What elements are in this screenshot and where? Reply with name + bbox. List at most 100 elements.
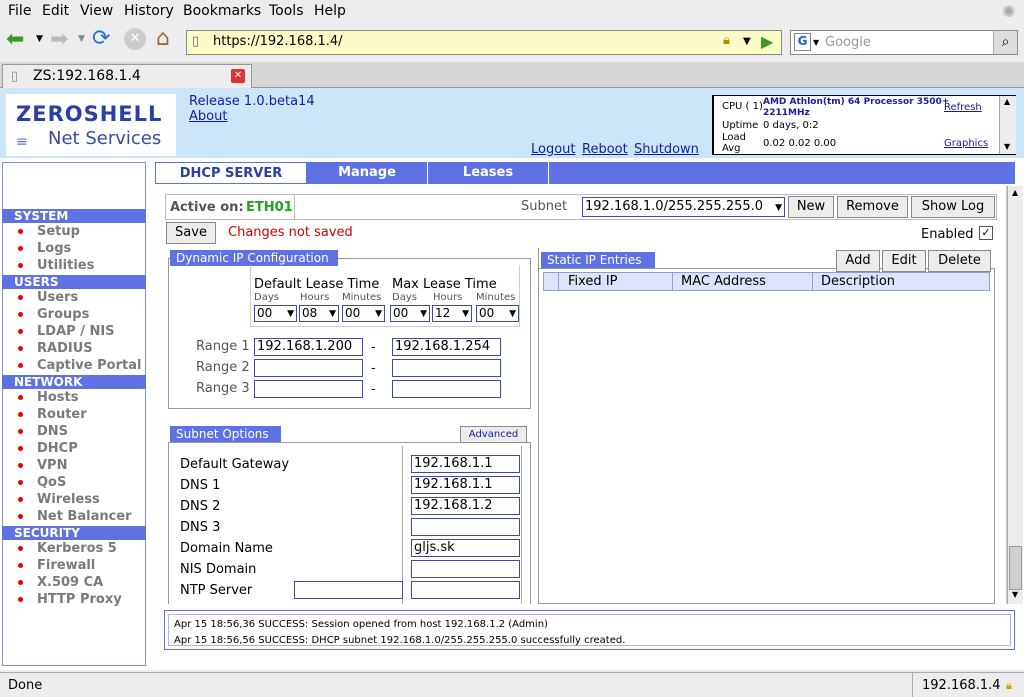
graphics-link[interactable]: Graphics	[944, 138, 988, 149]
sidebar-item-router[interactable]: Router	[18, 407, 87, 422]
edit-button[interactable]: Edit	[882, 250, 926, 272]
reload-icon[interactable]: ⟳	[92, 26, 110, 51]
engine-dropdown-icon[interactable]: ▼	[813, 38, 819, 47]
uptime-label: Uptime	[722, 120, 759, 131]
back-icon[interactable]: ⬅	[6, 27, 24, 52]
sidebar-item-radius[interactable]: RADIUS	[18, 341, 93, 356]
add-button[interactable]: Add	[836, 250, 880, 272]
col-fixed-ip[interactable]: Fixed IP	[568, 274, 618, 289]
col-divider	[672, 273, 673, 290]
scroll-up-icon[interactable]: ▲	[1004, 97, 1010, 106]
dns1-input[interactable]: 192.168.1.1	[411, 476, 520, 494]
sidebar-item-groups[interactable]: Groups	[17, 307, 89, 322]
menu-view[interactable]: View	[80, 3, 113, 19]
range3-end-input[interactable]	[392, 380, 501, 398]
ntp-server-input-2[interactable]	[411, 581, 520, 599]
sidebar-item-vpn[interactable]: VPN	[17, 458, 67, 473]
menu-tools[interactable]: Tools	[269, 3, 304, 19]
default-lease-label: Default Lease Time	[254, 277, 380, 292]
sidebar-item-utilities[interactable]: Utilities	[17, 258, 94, 273]
save-button[interactable]: Save	[166, 222, 216, 244]
search-box[interactable]: G ▼ Google ⌕	[790, 30, 1018, 55]
max-hours-select[interactable]: 12	[432, 305, 472, 322]
default-hours-select[interactable]: 08	[299, 305, 339, 322]
throbber-icon: ✺	[1002, 2, 1016, 21]
delete-button[interactable]: Delete	[928, 250, 991, 272]
forward-icon[interactable]: ➡	[50, 27, 68, 52]
new-button[interactable]: New	[788, 196, 834, 218]
stop-icon[interactable]: ✕	[124, 28, 146, 50]
max-days-select[interactable]: 00	[390, 305, 430, 322]
refresh-link[interactable]: Refresh	[944, 102, 982, 113]
sidebar-item-logs[interactable]: Logs	[17, 241, 71, 256]
menu-history[interactable]: History	[124, 3, 174, 19]
default-days-select[interactable]: 00	[254, 305, 297, 322]
range1-end-input[interactable]: 192.168.1.254	[392, 338, 501, 356]
subnet-select[interactable]: 192.168.1.0/255.255.255.0	[582, 197, 785, 217]
range3-label: Range 3	[196, 381, 250, 396]
logout-link[interactable]: Logout	[531, 142, 576, 157]
menu-bookmarks[interactable]: Bookmarks	[183, 3, 261, 19]
domain-name-input[interactable]: gljs.sk	[411, 539, 520, 557]
shutdown-link[interactable]: Shutdown	[634, 142, 699, 157]
default-gateway-input[interactable]: 192.168.1.1	[411, 455, 520, 473]
menu-help[interactable]: Help	[314, 3, 346, 19]
scroll-up-icon[interactable]: ▲	[1012, 188, 1018, 197]
google-icon[interactable]: G	[794, 33, 811, 51]
sidebar-item-wireless[interactable]: Wireless	[18, 492, 100, 507]
search-icon[interactable]: ⌕	[993, 31, 1017, 54]
sidebar-item-captive-portal[interactable]: Captive Portal	[17, 358, 141, 373]
cpu-scrollbar[interactable]: ▲ ▼	[999, 96, 1016, 154]
reboot-link[interactable]: Reboot	[582, 142, 628, 157]
sidebar-item-kerberos[interactable]: Kerberos 5	[18, 541, 117, 556]
browser-tab[interactable]: ▯ ZS:192.168.1.4 ✕	[2, 64, 252, 88]
scroll-down-icon[interactable]: ▼	[1004, 142, 1010, 151]
sidebar-item-dns[interactable]: DNS	[17, 424, 68, 439]
col-description[interactable]: Description	[821, 274, 895, 289]
advanced-button[interactable]: Advanced	[460, 426, 527, 443]
range2-start-input[interactable]	[254, 359, 363, 377]
range1-start-input[interactable]: 192.168.1.200	[254, 338, 363, 356]
about-link[interactable]: About	[189, 109, 227, 124]
scroll-down-icon[interactable]: ▼	[1012, 590, 1018, 599]
main-scrollbar[interactable]: ▲ ▼	[1007, 186, 1023, 604]
tab-manage[interactable]: Manage	[307, 162, 428, 184]
static-ip-panel	[538, 268, 995, 604]
range2-end-input[interactable]	[392, 359, 501, 377]
ntp-server-input-1[interactable]	[294, 581, 403, 599]
enabled-checkbox[interactable]: ✓	[979, 226, 993, 240]
tab-dhcp-server[interactable]: DHCP SERVER	[155, 162, 307, 184]
url-dropdown-icon[interactable]: ▼	[743, 36, 751, 47]
col-mac-address[interactable]: MAC Address	[681, 274, 766, 289]
range3-start-input[interactable]	[254, 380, 363, 398]
sidebar-item-http-proxy[interactable]: HTTP Proxy	[18, 592, 122, 607]
sidebar-item-setup[interactable]: Setup	[18, 224, 80, 239]
sidebar-item-dhcp[interactable]: DHCP	[18, 441, 78, 456]
sidebar-item-ldap[interactable]: LDAP / NIS	[18, 324, 115, 339]
max-minutes-select[interactable]: 00	[476, 305, 519, 322]
sidebar-item-hosts[interactable]: Hosts	[18, 390, 79, 405]
nis-domain-input[interactable]	[411, 560, 520, 578]
close-tab-icon[interactable]: ✕	[231, 69, 245, 83]
dns3-input[interactable]	[411, 518, 520, 536]
tab-leases[interactable]: Leases	[428, 162, 549, 184]
remove-button[interactable]: Remove	[837, 196, 908, 218]
sidebar-item-users[interactable]: Users	[17, 290, 78, 305]
back-dropdown-icon[interactable]: ▼	[36, 34, 43, 44]
menu-file[interactable]: File	[8, 3, 31, 19]
home-icon[interactable]: ⌂	[156, 26, 170, 51]
lock-icon: 🔒︎	[1006, 679, 1012, 692]
active-on-value: ETH01	[246, 200, 293, 215]
go-icon[interactable]: ▶	[761, 32, 773, 51]
menu-edit[interactable]: Edit	[42, 3, 69, 19]
forward-dropdown-icon[interactable]: ▼	[78, 34, 85, 44]
dns2-input[interactable]: 192.168.1.2	[411, 497, 520, 515]
default-minutes-select[interactable]: 00	[342, 305, 385, 322]
sidebar-item-qos[interactable]: QoS	[17, 475, 66, 490]
sidebar-item-x509-ca[interactable]: X.509 CA	[17, 575, 103, 590]
show-log-button[interactable]: Show Log	[911, 196, 995, 218]
url-bar[interactable]: ▯ https://192.168.1.4/ 🔒︎ ▼ ▶	[186, 30, 782, 55]
scroll-thumb[interactable]	[1009, 546, 1022, 590]
sidebar-item-net-balancer[interactable]: Net Balancer	[18, 509, 132, 524]
sidebar-item-firewall[interactable]: Firewall	[17, 558, 95, 573]
